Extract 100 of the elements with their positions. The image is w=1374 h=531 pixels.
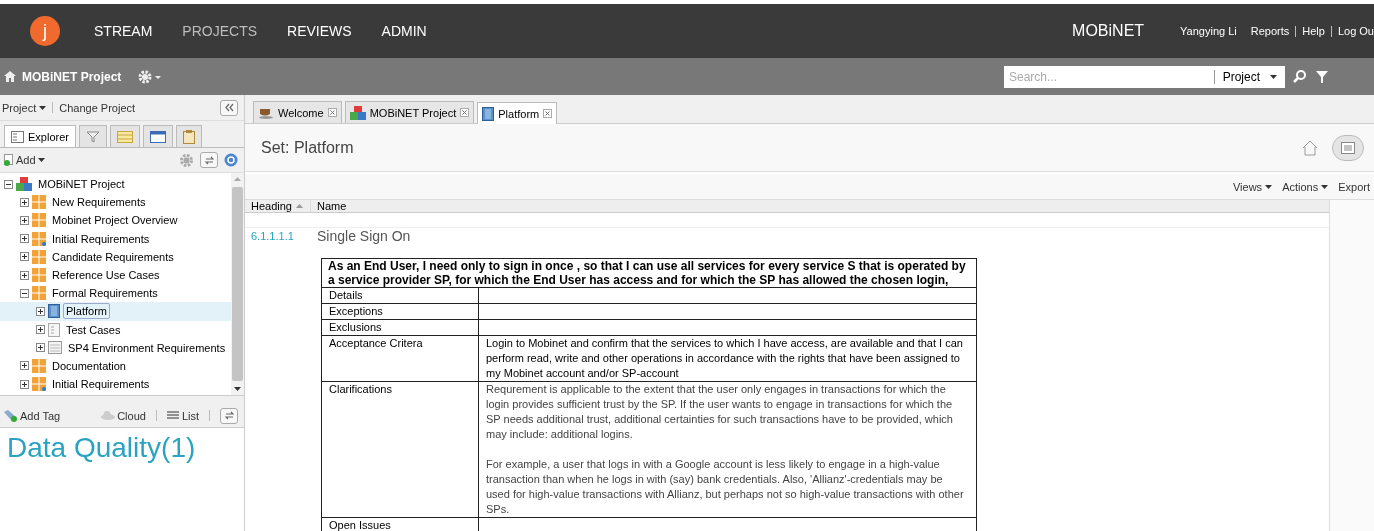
scope-dropdown[interactable]: Project (1213, 69, 1285, 84)
expand-icon[interactable] (20, 252, 29, 262)
table-cell: Exceptions (321, 303, 479, 320)
heading-number: 6.1.1.1.1 (251, 230, 295, 242)
folder-icon (32, 195, 46, 210)
expand-icon[interactable] (20, 379, 29, 389)
folder-icon (32, 286, 46, 301)
table-cell: Login to Mobinet and confirm that the services to which I have access, are available and that I can perform read, write and other operations in accordance with the rights that have been assigned to my Mobinet account and/or SP-account (478, 335, 977, 382)
toolbar-menu[interactable]: Views (1232, 180, 1273, 193)
header-link[interactable]: Log Ou (1337, 25, 1374, 37)
tree-item[interactable]: SP4 Environment Requirements (0, 338, 231, 357)
column-header[interactable]: Heading (245, 200, 311, 212)
panel-tab[interactable] (142, 125, 173, 147)
table-cell: Requrement is applicable to the extent that the user only engages in transactions for which the login provides sufficient trust by the SP. If the user wants to engage in transactions for which the SP needs additional trust, additional certainties for such transactions have to be provided, which may include: additional logins. For example, a user that logs in with a Google account is less likely to engage in a high-value transaction than when he logs in with (say) bank credentials. Also, 'Allianz'-credentials may be used for high-value transactions with Allianz, but perhaps not so high-value transactions with other SPs. (478, 381, 977, 518)
tree-item[interactable]: Candidate Requirements (0, 247, 231, 266)
toolbar-menu[interactable]: Export (1338, 180, 1370, 193)
list-icon (1341, 141, 1355, 154)
table-cell: Open Issues (321, 517, 479, 531)
document-tab[interactable]: MOBiNET Project (344, 101, 475, 123)
close-icon[interactable] (460, 108, 470, 117)
document-tab[interactable]: Platform (477, 102, 558, 124)
user-story: As an End User, I need only to sign in once , so that I can use all services for every service S that is operated by a service provider SP, for which the End User has access and for which the SP has allowed the chosen login, (321, 258, 977, 288)
table-cell: Exclusions (321, 319, 479, 336)
folder-icon (32, 249, 46, 264)
table-cell: Acceptance Critera (321, 335, 479, 382)
add-tag-button[interactable]: Add Tag (4, 409, 61, 422)
book-icon (482, 106, 495, 121)
project-menu[interactable]: Project (2, 101, 47, 114)
page-title: Set: Platform (261, 138, 355, 157)
cloud-button[interactable]: Cloud (101, 409, 146, 422)
item-name: Single Sign On (317, 228, 411, 244)
tree-item[interactable]: Documentation (0, 356, 231, 376)
document-tab[interactable]: Welcome (253, 101, 342, 123)
nav-link[interactable]: ADMIN (381, 23, 427, 39)
refresh-icon (204, 155, 214, 165)
scrollbar[interactable] (231, 173, 244, 395)
table-icon (116, 130, 133, 143)
home-icon[interactable] (1302, 139, 1318, 156)
list-button[interactable]: List (166, 409, 199, 422)
expand-icon[interactable] (36, 325, 45, 335)
collapse-button[interactable] (220, 99, 238, 116)
expand-icon[interactable] (20, 234, 29, 244)
expand-icon[interactable] (36, 306, 45, 316)
tree-item[interactable]: Mobinet Project Overview (0, 211, 231, 230)
cubes-icon (16, 177, 32, 192)
cup-icon (258, 106, 274, 119)
down-arrow-icon[interactable] (234, 387, 241, 391)
book-icon (48, 304, 60, 319)
cloud-icon (101, 411, 116, 420)
folder-icon (32, 358, 46, 373)
caret-icon (39, 105, 47, 110)
tree-item[interactable]: Reference Use Cases (0, 265, 231, 285)
list-view-button[interactable] (1332, 134, 1364, 161)
filter-icon[interactable] (1316, 70, 1328, 83)
list-icon (48, 341, 62, 355)
expand-icon[interactable] (36, 343, 45, 353)
caret-icon (1321, 184, 1329, 189)
tree-item[interactable]: Formal Requirements (0, 284, 231, 303)
expand-icon[interactable] (20, 270, 29, 280)
panel-tab[interactable] (175, 125, 202, 147)
lines-icon (166, 411, 179, 420)
header-link[interactable]: Help (1302, 25, 1325, 37)
refresh-icon (224, 411, 234, 420)
tree-item[interactable]: Test Cases (0, 320, 231, 339)
table-cell: Clarifications (321, 381, 479, 518)
refresh-button[interactable] (200, 152, 218, 168)
folder-icon (32, 377, 46, 392)
folder-icon (32, 213, 46, 228)
nav-link[interactable]: PROJECTS (182, 23, 258, 39)
gear-icon[interactable] (137, 68, 162, 85)
nav-link[interactable]: STREAM (94, 23, 153, 39)
tag-icon (4, 409, 18, 422)
home-icon[interactable] (4, 71, 16, 82)
expand-icon[interactable] (20, 361, 29, 371)
collapse-icon[interactable] (20, 288, 29, 298)
explorer-tab[interactable]: Explorer (4, 125, 76, 147)
close-icon[interactable] (327, 108, 337, 117)
nav-link[interactable]: REVIEWS (287, 23, 352, 39)
close-icon[interactable] (543, 109, 553, 118)
search-field[interactable]: Search... Project (1004, 65, 1285, 88)
tree-item[interactable]: Initial Requirements (0, 229, 231, 248)
add-menu[interactable]: Add (4, 154, 45, 166)
new-document-icon (4, 154, 14, 166)
column-header[interactable]: Name (311, 200, 353, 212)
tree-item[interactable]: MOBiNET Project (0, 175, 231, 194)
user-link[interactable]: Yangying Li (1180, 25, 1237, 37)
tree-item[interactable]: New Requirements (0, 193, 231, 212)
search-icon[interactable] (1293, 70, 1306, 83)
table-cell: Details (321, 287, 479, 304)
collapse-icon[interactable] (4, 179, 13, 189)
tree-item[interactable]: Initial Requirements (0, 375, 231, 394)
caret-icon (1270, 74, 1277, 79)
tree-item[interactable]: Platform (0, 302, 231, 321)
toolbar-menu[interactable]: Actions (1282, 180, 1329, 193)
brand-name: MOBiNET (1072, 22, 1145, 40)
expand-icon[interactable] (20, 215, 29, 225)
expand-icon[interactable] (20, 197, 29, 207)
change-project-link[interactable]: Change Project (59, 101, 136, 114)
header-link[interactable]: Reports (1250, 25, 1290, 37)
sort-icon (296, 204, 303, 208)
